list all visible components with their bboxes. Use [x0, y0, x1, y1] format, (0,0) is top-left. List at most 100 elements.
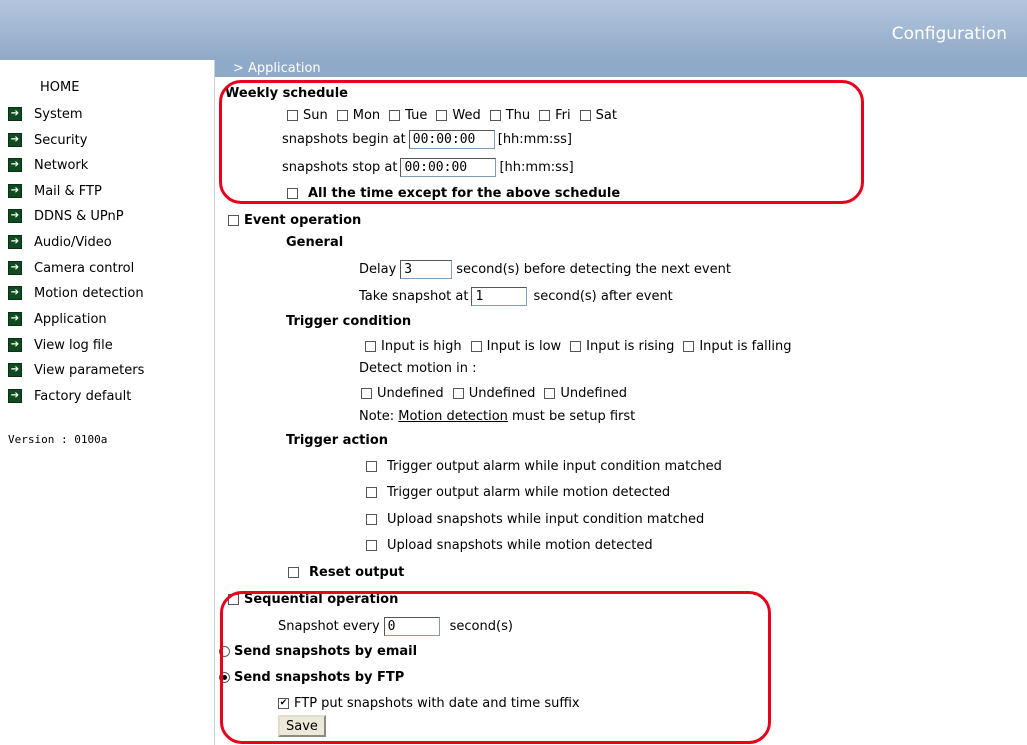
begin-time-input[interactable]: 00:00:00 [408, 129, 495, 149]
thu-label: Thu [505, 107, 531, 123]
sidebar-item-camera-control[interactable]: ➔ Camera control [8, 258, 134, 278]
thu-checkbox[interactable] [489, 109, 501, 121]
sidebar-item-security[interactable]: ➔ Security [8, 130, 87, 150]
alarm-on-motion-checkbox[interactable] [366, 486, 377, 498]
mon-checkbox[interactable] [336, 109, 348, 121]
sidebar-item-application[interactable]: ➔ Application [8, 309, 107, 329]
arrow-right-icon: ➔ [8, 158, 22, 172]
send-email-row: Send snapshots by email [219, 640, 417, 662]
alarm-on-input-checkbox[interactable] [366, 460, 377, 472]
upload-on-motion-checkbox[interactable] [366, 539, 377, 551]
snapshot-every-input[interactable]: 0 [383, 616, 440, 636]
save-row: Save [278, 715, 326, 737]
wed-checkbox[interactable] [436, 109, 448, 121]
save-button[interactable]: Save [278, 715, 326, 737]
motion-window-2-checkbox[interactable] [452, 387, 464, 399]
motion-window-1-checkbox[interactable] [361, 387, 372, 399]
snapshot-every-row: Snapshot every 0 second(s) [278, 615, 513, 637]
begin-time-label: snapshots begin at [282, 131, 406, 147]
sidebar-item-label: Factory default [34, 388, 132, 404]
arrow-right-icon: ➔ [8, 184, 22, 198]
content-panel: > Application Weekly schedule Sun Mon Tu… [214, 60, 1027, 745]
trigger-condition-heading: Trigger condition [286, 313, 412, 329]
input-high-checkbox[interactable] [365, 340, 376, 352]
sidebar-item-factory-default[interactable]: ➔ Factory default [8, 386, 131, 406]
tue-label: Tue [405, 107, 428, 123]
arrow-right-icon: ➔ [8, 235, 22, 249]
motion-window-1-label: Undefined [377, 385, 444, 401]
snapshot-every-suffix: second(s) [449, 618, 513, 634]
breadcrumb-bar: > Application [215, 60, 1027, 77]
take-snapshot-suffix: second(s) after event [533, 288, 673, 304]
trigger-action-heading: Trigger action [286, 432, 389, 448]
input-falling-label: Input is falling [699, 338, 792, 354]
motion-detection-link[interactable]: Motion detection [398, 409, 508, 424]
input-high-label: Input is high [381, 338, 462, 354]
sidebar-item-label: Application [34, 311, 107, 327]
reset-output-label: Reset output [309, 564, 405, 580]
sidebar-item-network[interactable]: ➔ Network [8, 155, 88, 175]
send-email-radio[interactable] [219, 645, 230, 657]
trigger-action-item: Trigger output alarm while input conditi… [366, 455, 722, 477]
upload-on-input-checkbox[interactable] [366, 513, 377, 525]
sequential-operation-label: Sequential operation [244, 591, 399, 607]
except-schedule-checkbox[interactable] [287, 187, 298, 199]
fri-label: Fri [555, 107, 571, 123]
motion-window-2-label: Undefined [468, 385, 536, 401]
arrow-right-icon: ➔ [8, 363, 22, 377]
input-falling-checkbox[interactable] [683, 340, 695, 352]
time-format-hint: [hh:mm:ss] [499, 159, 574, 175]
delay-row: Delay 3 second(s) before detecting the n… [359, 258, 731, 280]
weekly-schedule-heading: Weekly schedule [225, 85, 348, 101]
fri-checkbox[interactable] [539, 109, 551, 121]
tue-checkbox[interactable] [389, 109, 401, 121]
input-rising-label: Input is rising [586, 338, 675, 354]
breadcrumb: > Application [233, 61, 321, 76]
sidebar-item-label: System [34, 106, 83, 122]
page-title: Configuration [891, 24, 1007, 44]
general-heading: General [286, 234, 344, 250]
sidebar-item-label: Network [34, 157, 89, 173]
sidebar-item-mail-ftp[interactable]: ➔ Mail & FTP [8, 181, 102, 201]
time-format-hint: [hh:mm:ss] [497, 131, 573, 147]
arrow-right-icon: ➔ [8, 286, 22, 300]
stop-time-label: snapshots stop at [282, 159, 398, 175]
input-low-checkbox[interactable] [470, 340, 482, 352]
sidebar-home-link[interactable]: HOME [40, 80, 79, 95]
sidebar-item-audio-video[interactable]: ➔ Audio/Video [8, 232, 112, 252]
sat-checkbox[interactable] [579, 109, 591, 121]
delay-label: Delay [359, 261, 397, 277]
send-ftp-radio[interactable] [219, 671, 230, 683]
sidebar-item-motion-detection[interactable]: ➔ Motion detection [8, 283, 144, 303]
send-email-label: Send snapshots by email [234, 643, 418, 659]
motion-window-row: Undefined Undefined Undefined [361, 382, 627, 404]
detect-motion-label: Detect motion in : [359, 360, 477, 376]
sidebar-item-view-parameters[interactable]: ➔ View parameters [8, 360, 144, 380]
sun-checkbox[interactable] [287, 109, 298, 121]
sidebar-item-ddns-upnp[interactable]: ➔ DDNS & UPnP [8, 206, 124, 226]
send-ftp-label: Send snapshots by FTP [234, 669, 405, 685]
reset-output-row: Reset output [288, 561, 404, 583]
sidebar-item-view-log-file[interactable]: ➔ View log file [8, 335, 113, 355]
arrow-right-icon: ➔ [8, 312, 22, 326]
snapshot-every-label: Snapshot every [278, 618, 380, 634]
input-rising-checkbox[interactable] [570, 340, 582, 352]
arrow-right-icon: ➔ [8, 338, 22, 352]
stop-time-input[interactable]: 00:00:00 [400, 157, 497, 177]
sidebar-item-label: View parameters [34, 362, 145, 378]
motion-window-3-checkbox[interactable] [544, 387, 556, 399]
take-snapshot-input[interactable]: 1 [471, 286, 528, 306]
sequential-operation-checkbox[interactable] [228, 593, 239, 605]
ftp-suffix-row: ✔ FTP put snapshots with date and time s… [278, 692, 580, 714]
sidebar-item-system[interactable]: ➔ System [8, 104, 82, 124]
sidebar-item-label: Security [34, 132, 88, 148]
reset-output-checkbox[interactable] [288, 566, 299, 578]
ftp-suffix-checkbox[interactable]: ✔ [278, 697, 289, 709]
event-operation-checkbox[interactable] [228, 214, 239, 226]
delay-input[interactable]: 3 [400, 259, 453, 279]
wed-label: Wed [452, 107, 481, 123]
sidebar: HOME ➔ System ➔ Security ➔ Network ➔ Mail & … [0, 60, 214, 745]
sat-label: Sat [595, 107, 617, 123]
trigger-action-item: Upload snapshots while motion detected [366, 534, 653, 556]
trigger-action-item: Trigger output alarm while motion detect… [366, 481, 670, 503]
